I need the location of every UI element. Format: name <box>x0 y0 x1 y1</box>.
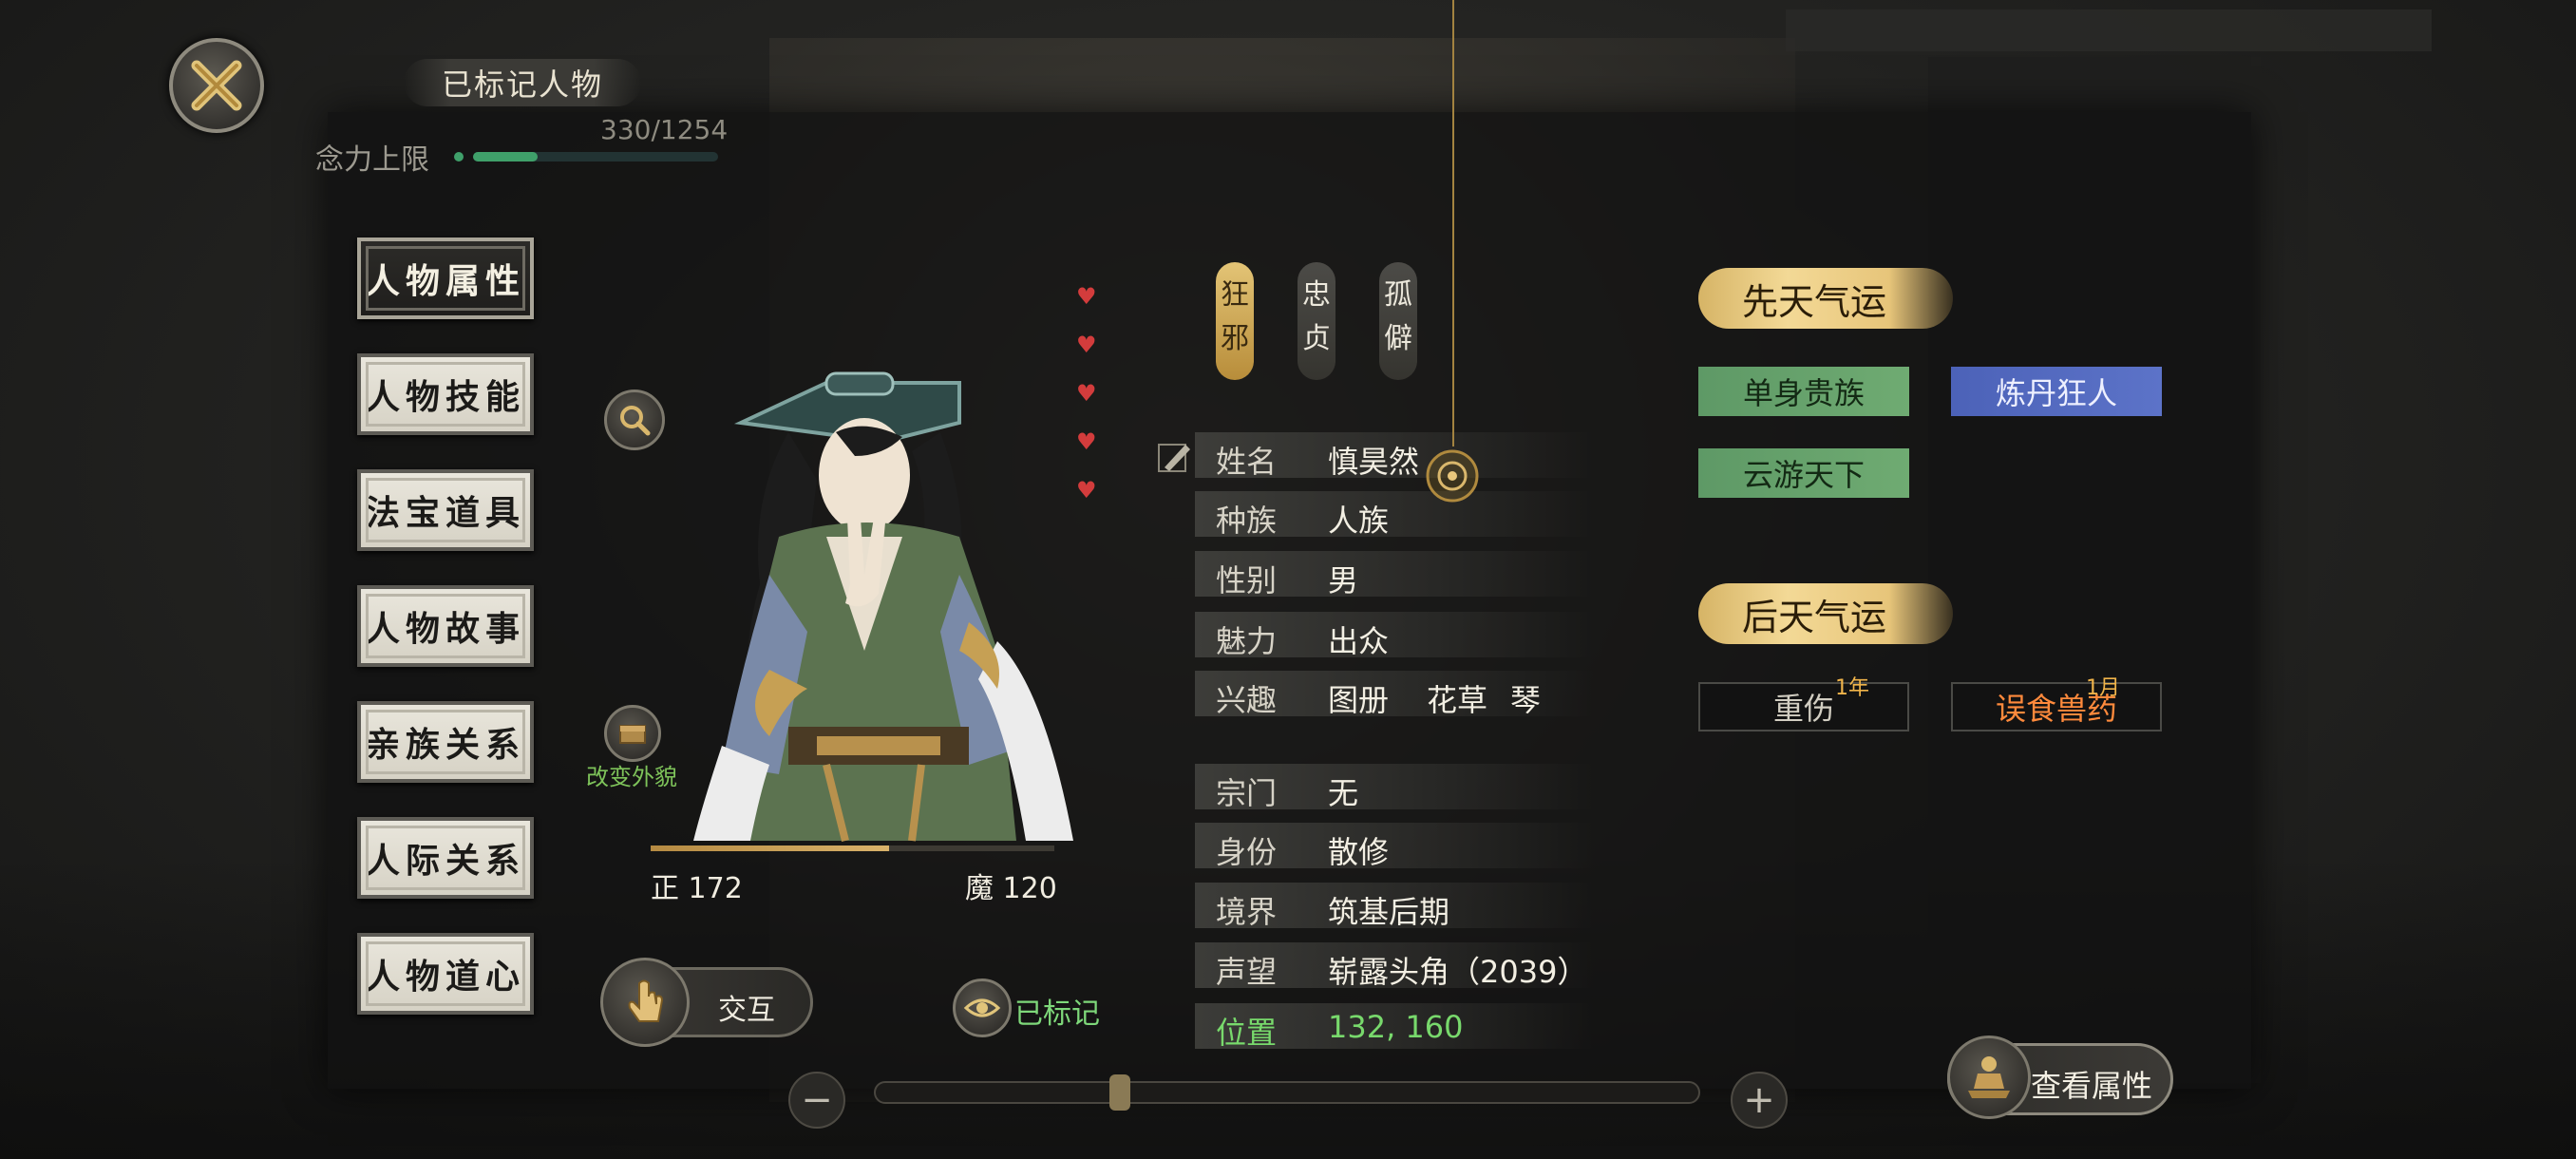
info-value-fame: 崭露头角（2039） <box>1328 954 1588 990</box>
mind-power-dot <box>454 152 464 162</box>
change-appearance-label[interactable]: 改变外貌 <box>586 758 677 791</box>
trait-2[interactable]: 孤僻 <box>1379 262 1417 380</box>
tab-0[interactable]: 人物属性 <box>357 238 534 319</box>
info-label-race: 种族 <box>1216 503 1278 539</box>
mind-power-label: 念力上限 <box>315 143 429 177</box>
heart-icon: ♥ <box>1076 477 1097 504</box>
alignment-bar-fill <box>651 846 889 851</box>
acquired-fortune-1[interactable]: 误食兽药 <box>1951 682 2162 732</box>
hand-icon <box>628 979 664 1022</box>
info-value-realm: 筑基后期 <box>1328 894 1450 930</box>
info-value-identity: 散修 <box>1328 834 1390 870</box>
eye-icon <box>963 998 1001 1017</box>
tab-3[interactable]: 人物故事 <box>357 585 534 667</box>
info-label-sect: 宗门 <box>1216 775 1278 811</box>
interact-icon-button[interactable] <box>600 958 690 1047</box>
info-value-position: 132, 160 <box>1328 1009 1464 1045</box>
edit-name-icon[interactable] <box>1157 439 1193 475</box>
tab-6[interactable]: 人物道心 <box>357 933 534 1015</box>
zoom-out-button[interactable]: − <box>788 1072 845 1129</box>
marked-toggle-button[interactable] <box>953 978 1012 1037</box>
character-portrait <box>684 366 1083 850</box>
locate-icon[interactable] <box>1423 446 1482 505</box>
acquired-fortune-title: 后天气运 <box>1698 583 1953 644</box>
heart-icon: ♥ <box>1076 332 1097 358</box>
search-button[interactable] <box>604 390 665 450</box>
trait-0[interactable]: 狂邪 <box>1216 262 1254 380</box>
zoom-in-button[interactable]: + <box>1731 1072 1788 1129</box>
tab-2[interactable]: 法宝道具 <box>357 469 534 551</box>
info-value-sect: 无 <box>1328 775 1359 811</box>
mind-power-bar <box>473 152 718 162</box>
hobby-value: 图册 <box>1328 682 1390 718</box>
info-label-fame: 声望 <box>1216 954 1278 990</box>
trait-char: 邪 <box>1221 322 1249 355</box>
info-label-hobby: 兴趣 <box>1216 682 1278 718</box>
trait-char: 忠 <box>1302 278 1331 312</box>
alignment-bar <box>651 846 1054 851</box>
tab-5[interactable]: 人际关系 <box>357 817 534 899</box>
tab-1[interactable]: 人物技能 <box>357 353 534 435</box>
righteous-stat: 正 172 <box>651 872 743 905</box>
zoom-slider[interactable] <box>874 1081 1700 1104</box>
view-attributes-label[interactable]: 查看属性 <box>2031 1062 2152 1106</box>
acquired-fortune-0-duration: 1年 <box>1835 676 1869 700</box>
info-label-realm: 境界 <box>1216 894 1278 930</box>
heart-icon: ♥ <box>1076 428 1097 455</box>
marked-characters-title[interactable]: 已标记人物 <box>404 59 641 106</box>
acquired-fortune-1-duration: 1月 <box>2086 676 2120 700</box>
info-value-race: 人族 <box>1328 503 1390 539</box>
search-icon <box>620 406 651 436</box>
meditating-figure-icon <box>1968 1056 2010 1098</box>
heart-icon: ♥ <box>1076 380 1097 407</box>
tab-4[interactable]: 亲族关系 <box>357 701 534 783</box>
marked-label[interactable]: 已标记 <box>1014 990 1100 1032</box>
locate-line <box>1452 0 1454 446</box>
innate-fortune-title: 先天气运 <box>1698 268 1953 329</box>
info-label-position: 位置 <box>1216 1015 1278 1051</box>
trait-1[interactable]: 忠贞 <box>1297 262 1335 380</box>
innate-fortune-0[interactable]: 单身贵族 <box>1698 367 1909 416</box>
heart-icon: ♥ <box>1076 283 1097 310</box>
hobby-value: 花草 <box>1427 682 1488 718</box>
info-label-charm: 魅力 <box>1216 623 1278 659</box>
info-value-gender: 男 <box>1328 562 1359 598</box>
zoom-slider-handle[interactable] <box>1109 1074 1130 1111</box>
background-topbar <box>1786 10 2432 51</box>
innate-fortune-1[interactable]: 炼丹狂人 <box>1951 367 2162 416</box>
trait-char: 僻 <box>1384 322 1412 355</box>
mind-power-bar-fill <box>473 152 538 162</box>
view-attributes-icon-button[interactable] <box>1947 1036 2031 1119</box>
change-appearance-button[interactable] <box>604 705 661 762</box>
character-figure <box>693 371 1073 842</box>
info-label-gender: 性别 <box>1216 562 1278 598</box>
hobby-value: 琴 <box>1510 682 1542 718</box>
info-value-name: 慎昊然 <box>1328 444 1420 480</box>
acquired-fortune-0[interactable]: 重伤 <box>1698 682 1909 732</box>
interact-label[interactable]: 交互 <box>718 986 775 1028</box>
info-value-charm: 出众 <box>1328 623 1390 659</box>
close-button[interactable] <box>169 38 264 133</box>
close-icon <box>191 60 242 111</box>
trait-char: 狂 <box>1221 278 1249 312</box>
demonic-stat: 魔 120 <box>965 872 1057 905</box>
trait-char: 贞 <box>1302 322 1331 355</box>
info-label-identity: 身份 <box>1216 834 1278 870</box>
info-label-name: 姓名 <box>1216 444 1278 480</box>
box-icon <box>619 725 646 744</box>
mind-power-value: 330/1254 <box>600 114 729 145</box>
trait-char: 孤 <box>1384 278 1412 312</box>
innate-fortune-2[interactable]: 云游天下 <box>1698 448 1909 498</box>
